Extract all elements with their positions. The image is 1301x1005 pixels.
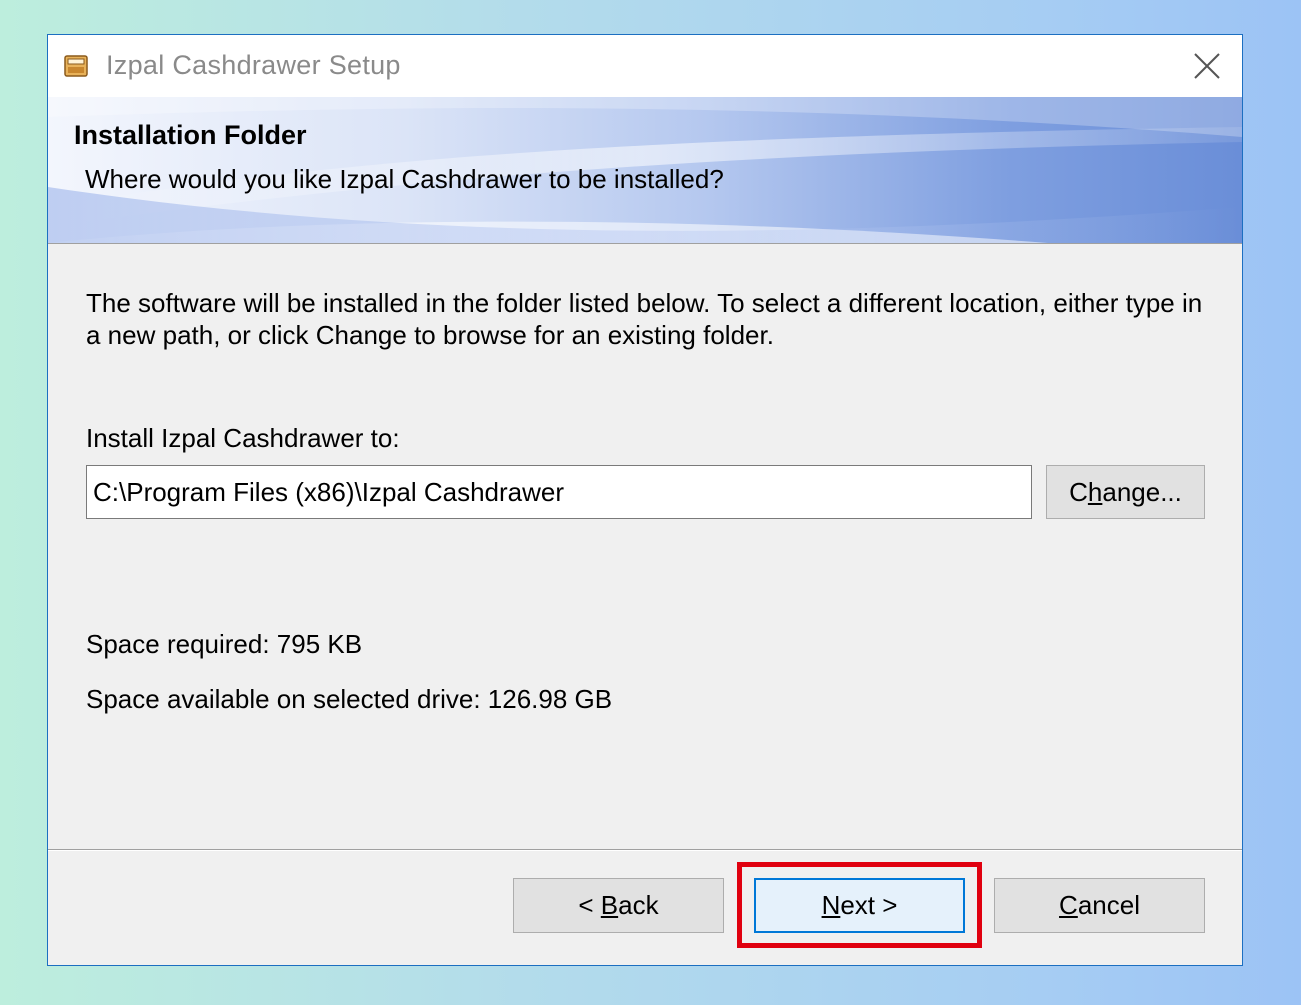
title-bar[interactable]: Izpal Cashdrawer Setup bbox=[48, 35, 1242, 97]
back-button-label: < Back bbox=[578, 890, 659, 920]
page-title: Installation Folder bbox=[74, 120, 307, 150]
close-button[interactable] bbox=[1190, 49, 1224, 83]
cancel-button[interactable]: Cancel bbox=[994, 878, 1205, 933]
space-required-text: Space required: 795 KB bbox=[86, 629, 363, 659]
header-banner: Installation Folder Where would you like… bbox=[48, 97, 1242, 244]
setup-dialog: Izpal Cashdrawer Setup Installation Fold… bbox=[47, 34, 1243, 966]
instructions-text: The software will be installed in the fo… bbox=[86, 288, 1203, 350]
next-button-label: Next > bbox=[821, 890, 898, 920]
footer-divider bbox=[48, 849, 1242, 851]
space-available-text: Space available on selected drive: 126.9… bbox=[86, 684, 613, 714]
page-subtitle: Where would you like Izpal Cashdrawer to… bbox=[85, 164, 724, 194]
installer-app-icon bbox=[64, 55, 88, 77]
window-title: Izpal Cashdrawer Setup bbox=[106, 50, 401, 80]
change-button[interactable]: Change... bbox=[1046, 465, 1205, 519]
next-button[interactable]: Next > bbox=[754, 878, 965, 933]
install-path-label: Install Izpal Cashdrawer to: bbox=[86, 423, 400, 453]
back-button[interactable]: < Back bbox=[513, 878, 724, 933]
change-button-label: Change... bbox=[1069, 476, 1182, 507]
close-x-icon bbox=[1194, 53, 1220, 79]
install-path-input[interactable] bbox=[86, 465, 1032, 519]
cancel-button-label: Cancel bbox=[1059, 890, 1140, 920]
